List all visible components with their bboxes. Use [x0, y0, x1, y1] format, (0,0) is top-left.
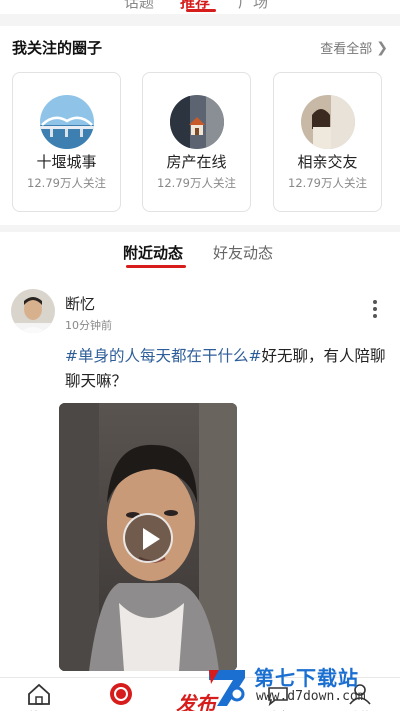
play-icon[interactable]	[123, 513, 173, 563]
nav-circle[interactable]: 圈子	[96, 680, 146, 711]
view-all-link[interactable]: 查看全部 ❯	[320, 38, 388, 58]
circle-followers: 12.79万人关注	[27, 176, 106, 190]
top-tab-strip: 话题 推荐 广场	[0, 0, 400, 14]
chevron-right-icon: ❯	[376, 39, 388, 56]
circle-name: 十堰城事	[36, 153, 97, 171]
my-circles-section: 我关注的圈子 查看全部 ❯ 十堰城事 12.79万人关注 房产在线 12.79万…	[0, 26, 400, 225]
home-icon	[28, 683, 50, 705]
tab-friends[interactable]: 好友动态	[213, 242, 273, 263]
feed-tabs: 附近动态 好友动态	[0, 232, 400, 272]
tab-active-indicator	[186, 9, 216, 12]
tab-square[interactable]: 广场	[238, 0, 268, 12]
avatar[interactable]	[11, 289, 55, 333]
circle-card-dating[interactable]: 相亲交友 12.79万人关注	[273, 72, 382, 212]
circle-followers: 12.79万人关注	[157, 176, 236, 190]
circle-card-shiyan[interactable]: 十堰城事 12.79万人关注	[12, 72, 121, 212]
circle-name: 相亲交友	[297, 153, 358, 171]
feed-post: 断忆 10分钟前 #单身的人每天都在干什么#好无聊，有人陪聊聊天嘛？	[0, 272, 400, 677]
circle-icon	[110, 683, 132, 705]
post-username[interactable]: 断忆	[65, 293, 95, 314]
watermark-name: 第七下载站	[254, 666, 359, 690]
view-all-label: 查看全部	[320, 42, 373, 57]
more-icon[interactable]	[372, 300, 378, 320]
watermark-url: www.d7down.com	[256, 689, 366, 704]
post-text: #单身的人每天都在干什么#好无聊，有人陪聊聊天嘛？	[65, 344, 390, 394]
feed-tab-indicator	[126, 265, 186, 268]
circle-avatar-bridge	[40, 95, 94, 149]
nav-home[interactable]: 首页	[14, 680, 64, 711]
post-time: 10分钟前	[65, 319, 112, 332]
tab-nearby[interactable]: 附近动态	[123, 242, 183, 263]
circle-card-realestate[interactable]: 房产在线 12.79万人关注	[142, 72, 251, 212]
section-title: 我关注的圈子	[12, 39, 103, 57]
circle-followers: 12.79万人关注	[288, 176, 367, 190]
circle-avatar-house	[170, 95, 224, 149]
tab-topic[interactable]: 话题	[124, 0, 154, 12]
watermark-logo	[209, 670, 245, 706]
circle-avatar-couple	[301, 95, 355, 149]
watermark: 第七下载站 www.d7down.com	[200, 658, 400, 711]
post-hashtag[interactable]: #单身的人每天都在干什么#	[65, 347, 261, 365]
circle-name: 房产在线	[166, 153, 227, 171]
post-video[interactable]	[59, 403, 237, 671]
